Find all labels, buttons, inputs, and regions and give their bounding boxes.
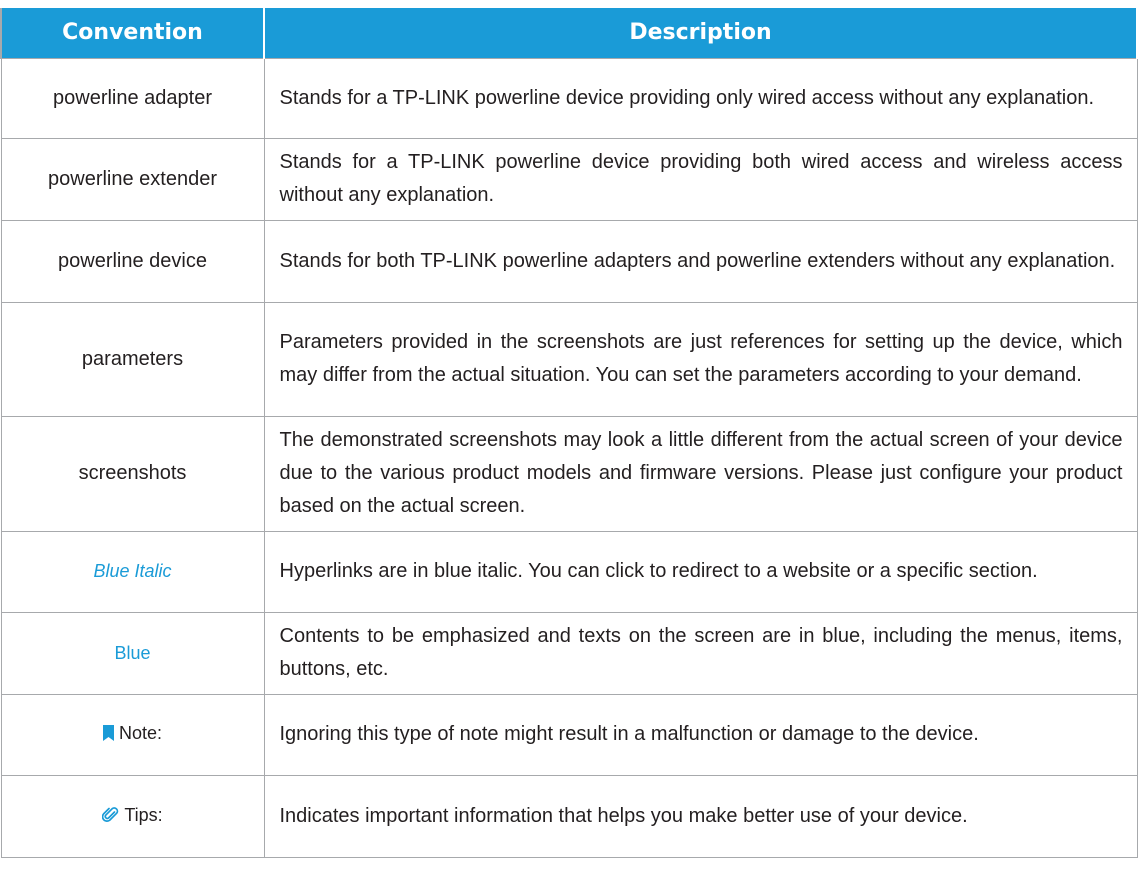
description-cell: Parameters provided in the screenshots a…	[263, 301, 1138, 417]
table-row: parameters Parameters provided in the sc…	[0, 301, 1138, 417]
convention-cell-blue-italic: Blue Italic	[0, 530, 265, 613]
convention-cell-note: Note:	[0, 693, 265, 776]
convention-cell: powerline device	[0, 219, 265, 303]
table-header-row: Convention Description	[0, 0, 1138, 58]
table-row: powerline adapter Stands for a TP-LINK p…	[0, 57, 1138, 139]
description-cell: Indicates important information that hel…	[263, 774, 1138, 858]
note-label: Note:	[118, 723, 163, 743]
table-row: screenshots The demonstrated screenshots…	[0, 415, 1138, 532]
description-cell: Ignoring this type of note might result …	[263, 693, 1138, 776]
description-cell: Stands for a TP-LINK powerline device pr…	[263, 57, 1138, 139]
conventions-table-wrapper: Convention Description powerline adapter…	[0, 0, 1138, 858]
paperclip-icon	[102, 801, 119, 834]
bookmark-icon	[102, 719, 114, 752]
description-cell: Stands for a TP-LINK powerline device pr…	[263, 137, 1138, 221]
table-row: Note: Ignoring this type of note might r…	[0, 693, 1138, 776]
description-cell: Hyperlinks are in blue italic. You can c…	[263, 530, 1138, 613]
table-row: Blue Contents to be emphasized and texts…	[0, 611, 1138, 695]
tips-label: Tips:	[124, 804, 163, 825]
convention-cell: powerline adapter	[0, 57, 265, 139]
description-cell: The demonstrated screenshots may look a …	[263, 415, 1138, 532]
table-row: Tips: Indicates important information th…	[0, 774, 1138, 858]
description-column-header: Description	[263, 0, 1138, 58]
description-cell: Stands for both TP-LINK powerline adapte…	[263, 219, 1138, 303]
convention-cell-tips: Tips:	[0, 774, 265, 858]
conventions-table: Convention Description powerline adapter…	[0, 0, 1138, 858]
description-cell: Contents to be emphasized and texts on t…	[263, 611, 1138, 695]
table-row: powerline extender Stands for a TP-LINK …	[0, 137, 1138, 221]
table-row: powerline device Stands for both TP-LINK…	[0, 219, 1138, 303]
convention-cell: powerline extender	[0, 137, 265, 221]
convention-cell: parameters	[0, 301, 265, 417]
convention-cell: screenshots	[0, 415, 265, 532]
table-row: Blue Italic Hyperlinks are in blue itali…	[0, 530, 1138, 613]
convention-column-header: Convention	[0, 0, 265, 58]
convention-cell-blue: Blue	[0, 611, 265, 695]
